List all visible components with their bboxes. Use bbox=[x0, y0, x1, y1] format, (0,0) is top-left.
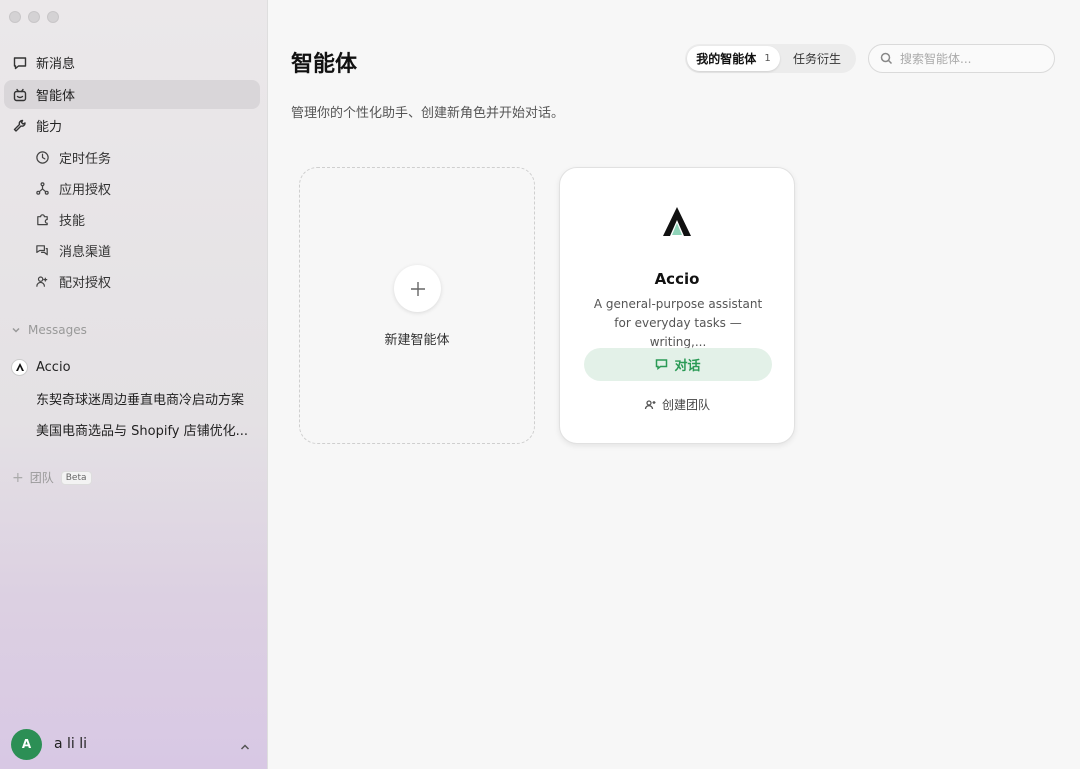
sidebar-item-capabilities[interactable]: 能力 bbox=[4, 111, 260, 140]
sidebar-item-scheduled-tasks[interactable]: 定时任务 bbox=[28, 143, 260, 171]
user-profile[interactable]: A a li li bbox=[11, 728, 259, 760]
sidebar-item-skills[interactable]: 技能 bbox=[28, 205, 260, 233]
search-input[interactable] bbox=[900, 51, 1050, 66]
sidebar-item-label: 能力 bbox=[36, 120, 63, 135]
sidebar-item-label: 智能体 bbox=[36, 89, 76, 104]
user-name: a li li bbox=[54, 736, 88, 752]
sidebar-item-label: 应用授权 bbox=[59, 182, 112, 198]
new-agent-card[interactable]: 新建智能体 bbox=[299, 167, 535, 444]
team-label: 团队 bbox=[29, 471, 54, 485]
network-icon bbox=[34, 180, 50, 196]
agent-card-accio[interactable]: Accio A general-purpose assistant for ev… bbox=[559, 167, 795, 444]
accio-logo-icon bbox=[663, 207, 691, 236]
agent-description: A general-purpose assistant for everyday… bbox=[593, 297, 763, 349]
chat-button-label: 对话 bbox=[674, 359, 701, 374]
search-box bbox=[868, 44, 1055, 73]
page-title: 智能体 bbox=[291, 52, 358, 77]
message-item-accio[interactable]: Accio bbox=[4, 353, 260, 381]
chat-double-icon bbox=[34, 242, 50, 258]
minimize-window-button[interactable] bbox=[28, 11, 40, 23]
avatar: A bbox=[11, 728, 42, 760]
chat-bubble-icon bbox=[656, 359, 668, 371]
accio-logo-icon bbox=[11, 358, 28, 376]
search-icon bbox=[880, 52, 893, 65]
sidebar-item-label: 新消息 bbox=[36, 57, 76, 72]
wrench-icon bbox=[12, 118, 28, 134]
plus-icon bbox=[394, 265, 441, 312]
message-item[interactable]: 美国电商选品与 Shopify 店铺优化... bbox=[4, 415, 260, 443]
robot-icon bbox=[12, 87, 28, 103]
create-team-button[interactable]: 创建团队 bbox=[560, 396, 794, 413]
sidebar: 新消息 智能体 能力 定时任务 应用授权 技能 消息渠道 配对授权 Messag… bbox=[0, 0, 268, 769]
window-controls bbox=[9, 11, 59, 23]
sidebar-item-label: 配对授权 bbox=[59, 275, 112, 291]
plus-icon: + bbox=[12, 469, 24, 486]
close-window-button[interactable] bbox=[9, 11, 21, 23]
tab-count: 1 bbox=[764, 53, 771, 64]
sidebar-item-app-auth[interactable]: 应用授权 bbox=[28, 174, 260, 202]
puzzle-icon bbox=[34, 211, 50, 227]
tab-my-agents[interactable]: 我的智能体 1 bbox=[687, 46, 780, 71]
clock-icon bbox=[34, 149, 50, 165]
sidebar-item-agents[interactable]: 智能体 bbox=[4, 80, 260, 109]
zoom-window-button[interactable] bbox=[47, 11, 59, 23]
create-team-label: 创建团队 bbox=[661, 398, 710, 412]
sidebar-item-message-channels[interactable]: 消息渠道 bbox=[28, 236, 260, 264]
user-pair-icon bbox=[34, 273, 50, 289]
new-agent-label: 新建智能体 bbox=[384, 333, 450, 348]
sidebar-item-pair-auth[interactable]: 配对授权 bbox=[28, 267, 260, 295]
message-item-label: 美国电商选品与 Shopify 店铺优化... bbox=[36, 423, 249, 439]
tab-task-derived[interactable]: 任务衍生 bbox=[780, 46, 854, 71]
page-subtitle: 管理你的个性化助手、创建新角色并开始对话。 bbox=[291, 106, 565, 121]
messages-section-title: Messages bbox=[28, 323, 87, 337]
tab-label: 我的智能体 bbox=[696, 52, 757, 66]
agent-tabs: 我的智能体 1 任务衍生 bbox=[685, 44, 856, 73]
agent-name: Accio bbox=[654, 270, 700, 288]
tab-label: 任务衍生 bbox=[792, 52, 841, 66]
message-item-label: Accio bbox=[36, 359, 71, 375]
sidebar-item-label: 定时任务 bbox=[59, 151, 112, 167]
sidebar-item-label: 技能 bbox=[59, 213, 86, 229]
sidebar-item-label: 消息渠道 bbox=[59, 244, 112, 260]
messages-section-toggle[interactable]: Messages bbox=[11, 323, 87, 337]
chat-button[interactable]: 对话 bbox=[584, 348, 772, 381]
beta-badge: Beta bbox=[60, 470, 92, 485]
chevron-down-icon bbox=[12, 327, 20, 333]
team-section[interactable]: + 团队 Beta bbox=[12, 469, 92, 486]
sidebar-item-new-message[interactable]: 新消息 bbox=[4, 48, 260, 77]
chevron-up-icon[interactable] bbox=[239, 738, 251, 750]
add-user-icon bbox=[644, 400, 656, 410]
chat-bubble-icon bbox=[12, 55, 28, 71]
message-item[interactable]: 东契奇球迷周边垂直电商冷启动方案 bbox=[4, 384, 260, 412]
message-item-label: 东契奇球迷周边垂直电商冷启动方案 bbox=[36, 392, 245, 408]
